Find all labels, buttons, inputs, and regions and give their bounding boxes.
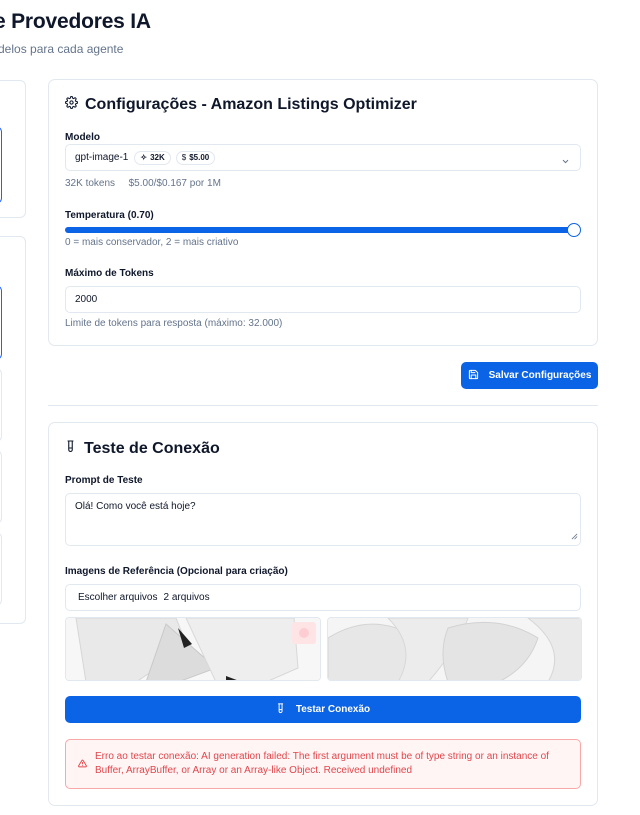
fabric-image-1 (66, 618, 320, 680)
test-button-label: Testar Conexão (295, 704, 371, 715)
prompt-textarea[interactable]: Olá! Como você está hoje? (65, 493, 581, 546)
model-label: Modelo (65, 132, 100, 143)
resize-handle-icon[interactable] (571, 532, 578, 543)
prompt-label: Prompt de Teste (65, 475, 143, 486)
test-title-text: Teste de Conexão (84, 439, 220, 457)
choose-files-button[interactable]: Escolher arquivos (78, 592, 157, 603)
test-card: Teste de Conexão Prompt de Teste Olá! Co… (48, 422, 598, 806)
model-select[interactable]: gpt-image-1 ✧ 32K $ $5.00 (65, 144, 581, 171)
provider-item[interactable] (0, 450, 2, 524)
gear-icon (65, 96, 78, 114)
temperature-label: Temperatura (0.70) (65, 210, 154, 221)
temperature-slider-track[interactable] (65, 227, 574, 233)
fabric-image-2 (328, 618, 581, 680)
model-select-value: gpt-image-1 (75, 152, 129, 163)
max-tokens-help: Limite de tokens para resposta (máximo: … (65, 318, 283, 329)
price-chip-text: $5.00 (189, 153, 210, 162)
section-divider (48, 405, 598, 406)
test-card-title: Teste de Conexão (65, 439, 220, 458)
temperature-help: 0 = mais conservador, 2 = mais criativo (65, 237, 239, 248)
model-info-tokens: 32K tokens (65, 178, 116, 189)
file-input[interactable]: Escolher arquivos 2 arquivos (65, 584, 581, 611)
page-subtitle: delos para cada agente (0, 42, 124, 56)
agent-item-selected[interactable] (0, 126, 2, 204)
reference-image-thumbnail (65, 617, 321, 681)
config-card-title: Configurações - Amazon Listings Optimize… (65, 96, 417, 114)
save-icon (468, 369, 479, 383)
max-tokens-input[interactable]: 2000 (65, 286, 581, 313)
agent-list-card-bottom (0, 236, 26, 624)
context-chip: ✧ 32K (134, 150, 171, 165)
reference-image-thumbnail (327, 617, 582, 681)
config-card: Configurações - Amazon Listings Optimize… (48, 79, 598, 346)
save-config-button[interactable]: Salvar Configurações (461, 362, 598, 389)
model-info: 32K tokens $5.00/$0.167 por 1M (65, 178, 221, 189)
page-title: e Provedores IA (0, 10, 151, 33)
chevron-down-icon (561, 153, 570, 171)
save-button-label: Salvar Configurações (488, 370, 592, 381)
temperature-slider-thumb[interactable] (567, 223, 581, 237)
prompt-textarea-value: Olá! Como você está hoje? (75, 501, 196, 512)
dollar-icon: $ (181, 153, 187, 162)
test-connection-button[interactable]: Testar Conexão (65, 696, 581, 723)
agent-list-card-top (0, 80, 26, 218)
file-status: 2 arquivos (163, 592, 210, 603)
test-tube-icon (65, 439, 77, 458)
config-title-text: Configurações - Amazon Listings Optimize… (85, 96, 417, 113)
error-message: Erro ao testar conexão: AI generation fa… (95, 751, 549, 776)
provider-item-selected[interactable] (0, 285, 2, 360)
max-tokens-label: Máximo de Tokens (65, 268, 154, 279)
warning-triangle-icon (78, 755, 87, 773)
provider-item[interactable] (0, 368, 2, 442)
images-label: Imagens de Referência (Opcional para cri… (65, 566, 288, 577)
context-chip-text: 32K (150, 153, 165, 162)
provider-item[interactable] (0, 532, 2, 606)
model-info-price: $5.00/$0.167 por 1M (128, 178, 221, 189)
test-tube-icon (276, 702, 286, 717)
price-chip: $ $5.00 (175, 150, 216, 165)
error-alert: Erro ao testar conexão: AI generation fa… (65, 739, 581, 789)
sparkle-icon: ✧ (140, 153, 148, 162)
